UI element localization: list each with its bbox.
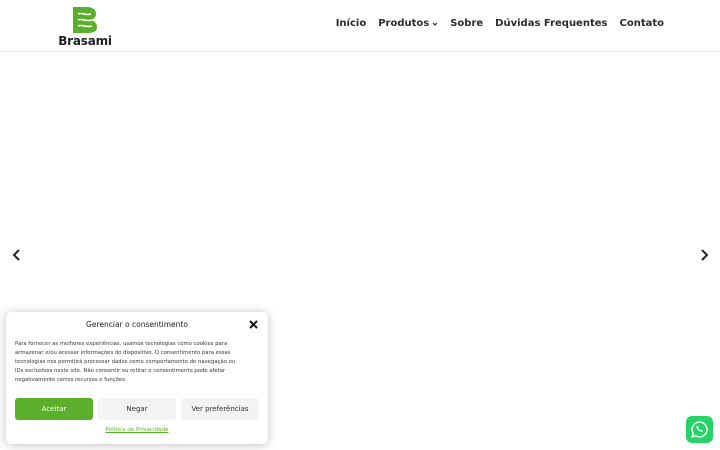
view-preferences-button[interactable]: Ver preferências [181,398,259,420]
accept-button[interactable]: Aceitar [15,398,93,420]
consent-line: IDs exclusivos neste site. Não consentir… [15,368,226,374]
consent-title: Gerenciar o consentimento [86,320,188,329]
consent-description: Para fornecer as melhores experiências, … [15,340,255,385]
cookie-consent-dialog: Gerenciar o consentimento Para fornecer … [6,312,268,444]
close-icon[interactable] [248,319,259,330]
nav-item-produtos[interactable]: Produtos [378,18,438,29]
brand-name: Brasami [58,34,112,48]
consent-line: Para fornecer as melhores experiências, … [15,341,228,347]
nav-item-duvidas-frequentes[interactable]: Dúvidas Frequentes [495,18,607,29]
nav-label: Produtos [378,18,430,29]
brand-logo[interactable]: Brasami [57,6,113,48]
nav-label: Dúvidas Frequentes [495,18,608,29]
chevron-left-icon[interactable] [10,248,24,262]
privacy-policy-link[interactable]: Política de Privacidade [6,427,268,433]
chevron-down-icon [432,22,438,26]
nav-item-inicio[interactable]: Início [336,18,367,29]
nav-label: Contato [619,18,664,29]
nav-label: Início [335,18,367,29]
brasami-logo-icon [73,7,97,33]
chevron-right-icon[interactable] [697,248,711,262]
whatsapp-button[interactable] [686,416,713,443]
consent-line: tecnologias nos permitirá processar dado… [15,359,236,365]
nav-item-contato[interactable]: Contato [619,18,664,29]
deny-button[interactable]: Negar [98,398,176,420]
main-nav: Início Produtos Sobre Dúvidas Frequentes… [336,18,664,29]
consent-line: armazenar e/ou acessar informações do di… [15,350,231,356]
nav-item-sobre[interactable]: Sobre [450,18,483,29]
consent-line: negativamente certos recursos e funções. [15,377,127,383]
whatsapp-icon [691,421,708,438]
nav-label: Sobre [450,18,484,29]
site-header: Brasami Início Produtos Sobre Dúvidas Fr… [0,0,720,52]
